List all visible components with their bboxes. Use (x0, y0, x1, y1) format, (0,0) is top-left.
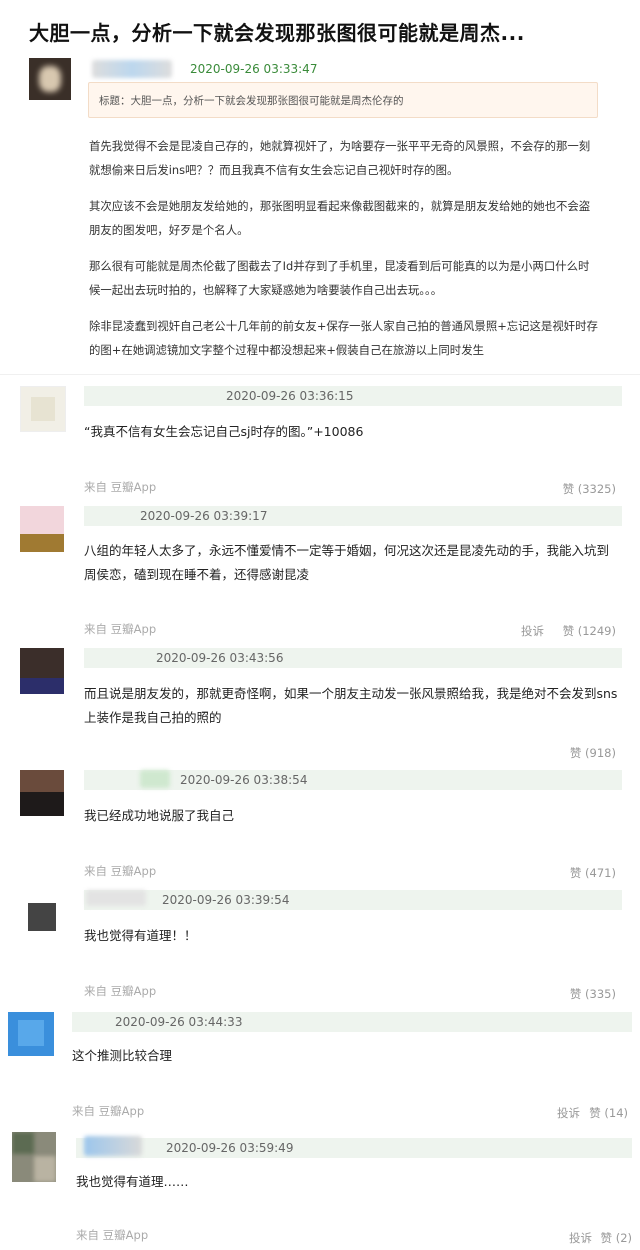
comment-source: 来自 豆瓣App (84, 622, 157, 636)
comment-source: 来自 豆瓣App (76, 1228, 149, 1242)
comment-source: 来自 豆瓣App (72, 1104, 145, 1118)
comment-text: 我也觉得有道理…… (76, 1174, 189, 1189)
report-button[interactable]: 投诉 (557, 1105, 580, 1121)
comment-text: 八组的年轻人太多了，永远不懂爱情不一定等于婚姻，何况这次还是昆凌先动的手，我能入… (84, 543, 610, 582)
like-button[interactable]: 赞 (14) (589, 1105, 628, 1121)
post-paragraph: 其次应该不会是她朋友发给她的，那张图明显看起来像截图截来的，就算是朋友发给她的她… (89, 199, 591, 237)
comment-text: 我已经成功地说服了我自己 (84, 808, 235, 823)
commenter-avatar[interactable] (20, 648, 64, 694)
post-paragraph: 首先我觉得不会是昆凌自己存的，她就算视奸了，为啥要存一张平平无奇的风景照，不会存… (89, 139, 591, 177)
commenter-name-redacted (86, 890, 146, 906)
commenter-avatar[interactable] (8, 1012, 54, 1056)
commenter-avatar[interactable] (20, 770, 64, 816)
report-button[interactable]: 投诉 (521, 623, 544, 639)
comment-text: 我也觉得有道理！！ (84, 928, 197, 943)
post-timestamp: 2020-09-26 03:33:47 (190, 62, 318, 76)
comment-timestamp: 2020-09-26 03:39:54 (162, 893, 290, 907)
like-button[interactable]: 赞 (1249) (563, 623, 616, 639)
comment-text: 而且说是朋友发的，那就更奇怪啊，如果一个朋友主动发一张风景照给我，我是绝对不会发… (84, 686, 618, 725)
comment-source: 来自 豆瓣App (84, 480, 157, 494)
commenter-name-redacted (140, 770, 170, 788)
quote-text: 标题：大胆一点，分析一下就会发现那张图很可能就是周杰伦存的 (99, 95, 404, 107)
comment-timestamp: 2020-09-26 03:36:15 (226, 389, 354, 403)
comment-meta-bar (76, 1138, 632, 1158)
comment-source: 来自 豆瓣App (84, 984, 157, 998)
comment-text: “我真不信有女生会忘记自己sj时存的图。”+10086 (84, 424, 364, 439)
like-button[interactable]: 赞 (3325) (563, 481, 616, 497)
commenter-avatar[interactable] (20, 506, 64, 552)
comment-timestamp: 2020-09-26 03:39:17 (140, 509, 268, 523)
quote-block: 标题：大胆一点，分析一下就会发现那张图很可能就是周杰伦存的 (88, 82, 598, 118)
author-name-redacted (92, 60, 172, 78)
comment-timestamp: 2020-09-26 03:59:49 (166, 1141, 294, 1155)
page-title: 大胆一点，分析一下就会发现那张图很可能就是周杰... (29, 21, 525, 45)
report-button[interactable]: 投诉 (569, 1230, 592, 1246)
like-button[interactable]: 赞 (471) (570, 865, 616, 881)
comment-source: 来自 豆瓣App (84, 864, 157, 878)
commenter-name-redacted (84, 1136, 142, 1156)
comment-timestamp: 2020-09-26 03:44:33 (115, 1015, 243, 1029)
comment-timestamp: 2020-09-26 03:43:56 (156, 651, 284, 665)
author-avatar[interactable] (29, 58, 71, 100)
comment-text: 这个推测比较合理 (72, 1048, 173, 1063)
commenter-avatar[interactable] (20, 386, 66, 432)
commenter-avatar[interactable] (28, 903, 56, 931)
like-button[interactable]: 赞 (335) (570, 986, 616, 1002)
post-paragraph: 除非昆凌蠢到视奸自己老公十几年前的前女友+保存一张人家自己拍的普通风景照+忘记这… (89, 319, 598, 357)
divider (0, 374, 640, 375)
post-paragraph: 那么很有可能就是周杰伦截了图截去了Id并存到了手机里，昆凌看到后可能真的以为是小… (89, 259, 590, 297)
like-button[interactable]: 赞 (2) (601, 1230, 632, 1246)
comment-timestamp: 2020-09-26 03:38:54 (180, 773, 308, 787)
commenter-avatar[interactable] (12, 1132, 56, 1182)
like-button[interactable]: 赞 (918) (570, 745, 616, 761)
